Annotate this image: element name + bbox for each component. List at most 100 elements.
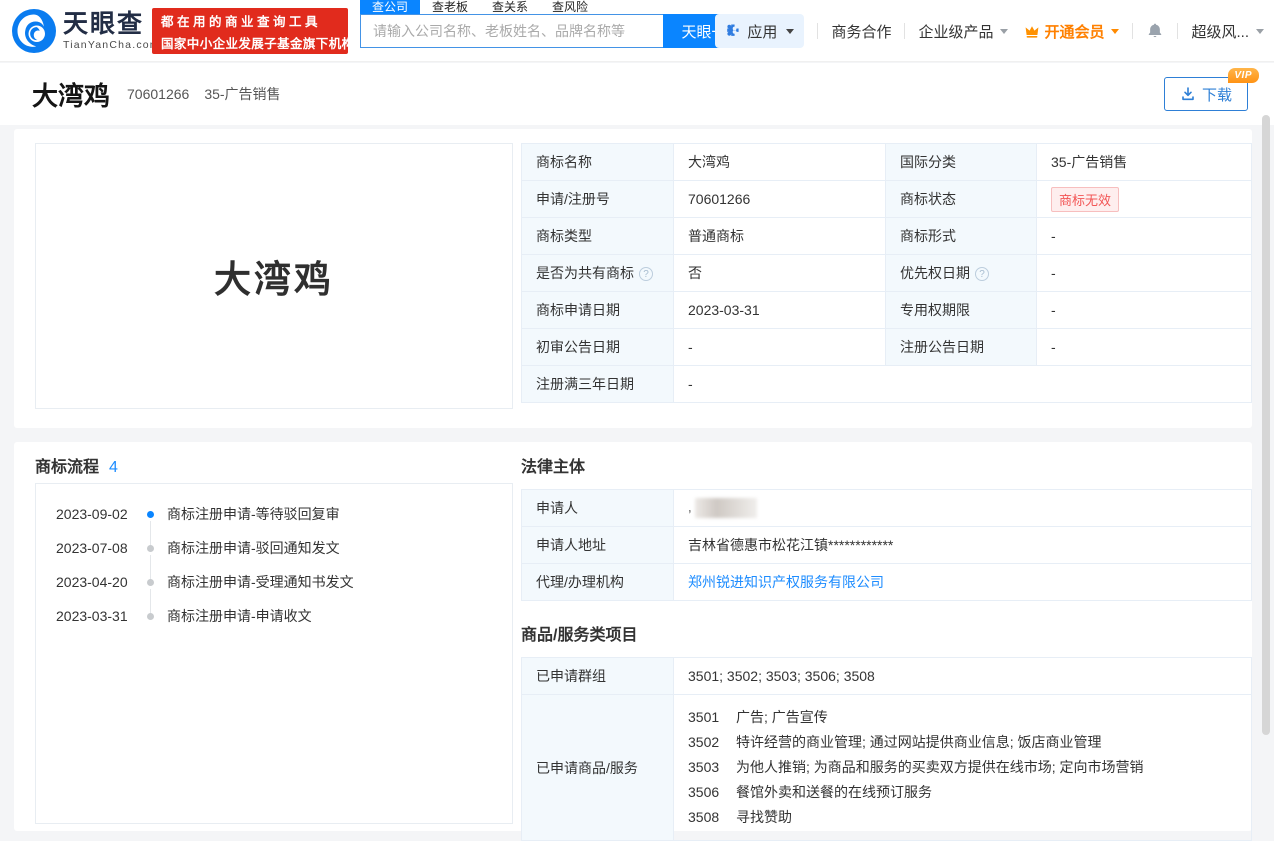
- table-row: 商标类型 普通商标 商标形式 -: [522, 218, 1252, 255]
- help-icon[interactable]: ?: [975, 267, 989, 281]
- tab-search-boss[interactable]: 查老板: [420, 0, 480, 14]
- nav-enterprise-label: 企业级产品: [918, 21, 993, 42]
- tianyancha-logo-icon: [12, 9, 56, 53]
- detail-value: 大湾鸡: [674, 144, 886, 181]
- detail-label: 商标类型: [522, 218, 674, 255]
- trademark-image-text: 大湾鸡: [214, 249, 334, 303]
- detail-value: 商标无效: [1037, 181, 1252, 218]
- detail-value: -: [674, 329, 886, 366]
- process-count: 4: [109, 459, 118, 476]
- timeline-dot-icon: [147, 511, 154, 518]
- service-code: 3508: [688, 805, 736, 830]
- detail-label: 申请/注册号: [522, 181, 674, 218]
- agency-link[interactable]: 郑州锐进知识产权服务有限公司: [688, 574, 884, 590]
- legal-label: 申请人地址: [522, 527, 674, 564]
- detail-value: -: [1037, 218, 1252, 255]
- nav-apps-label: 应用: [747, 21, 777, 42]
- detail-value: -: [1037, 292, 1252, 329]
- service-item: 3503 为他人推销; 为商品和服务的买卖双方提供在线市场; 定向市场营销: [688, 755, 1237, 780]
- timeline-item: 2023-07-08 商标注册申请-驳回通知发文: [36, 531, 512, 565]
- timeline-date: 2023-03-31: [56, 608, 135, 624]
- crown-icon: [1024, 23, 1040, 39]
- detail-value: 2023-03-31: [674, 292, 886, 329]
- nav-apps[interactable]: 应用: [715, 14, 804, 48]
- download-button[interactable]: 下载 VIP: [1164, 77, 1248, 111]
- timeline-label: 商标注册申请-等待驳回复审: [167, 504, 340, 524]
- goods-label: 已申请商品/服务: [522, 695, 674, 841]
- logo-title: 天眼查: [63, 11, 160, 37]
- detail-value: -: [1037, 255, 1252, 292]
- tab-search-relation[interactable]: 查关系: [480, 0, 540, 14]
- main-content: 大湾鸡 商标名称 大湾鸡 国际分类 35-广告销售 申请/注册号 7060126…: [14, 129, 1252, 831]
- nav-divider: [1132, 23, 1133, 39]
- service-desc: 特许经营的商业管理; 通过网站提供商业信息; 饭店商业管理: [736, 730, 1102, 755]
- nav-open-vip[interactable]: 开通会员: [1024, 21, 1119, 42]
- scrollbar-thumb[interactable]: [1262, 115, 1270, 735]
- service-desc: 寻找赞助: [736, 805, 792, 830]
- table-row: 申请/注册号 70601266 商标状态 商标无效: [522, 181, 1252, 218]
- detail-label: 国际分类: [886, 144, 1037, 181]
- nav-cooperation[interactable]: 商务合作: [831, 21, 891, 42]
- trademark-sections-card: 商标流程4 2023-09-02 商标注册申请-等待驳回复审 2023-07-0…: [14, 442, 1252, 831]
- goods-services-list: 3501 广告; 广告宣传 3502 特许经营的商业管理; 通过网站提供商业信息…: [674, 695, 1252, 841]
- top-nav: 应用 商务合作 企业级产品 开通会员 超级风...: [715, 13, 1264, 49]
- download-label: 下载: [1202, 84, 1232, 105]
- process-section-title: 商标流程 4: [35, 453, 118, 477]
- nav-super-risk[interactable]: 超级风...: [1191, 21, 1264, 42]
- registration-number: 70601266: [127, 86, 189, 102]
- status-badge: 商标无效: [1051, 187, 1119, 212]
- nav-divider: [1177, 23, 1178, 39]
- detail-label: 商标申请日期: [522, 292, 674, 329]
- table-row: 商标名称 大湾鸡 国际分类 35-广告销售: [522, 144, 1252, 181]
- notification-bell-icon[interactable]: [1146, 22, 1164, 40]
- applicant-text: ,: [688, 500, 692, 515]
- detail-value: 35-广告销售: [1037, 144, 1252, 181]
- timeline-date: 2023-04-20: [56, 574, 135, 590]
- title-bar: 大湾鸡 70601266 35-广告销售 下载 VIP: [0, 63, 1274, 125]
- timeline-dot-icon: [147, 613, 154, 620]
- logo-text: 天眼查 TianYanCha.com: [63, 11, 160, 51]
- trademark-image: 大湾鸡: [35, 143, 513, 409]
- timeline-date: 2023-07-08: [56, 540, 135, 556]
- timeline-dot-icon: [147, 579, 154, 586]
- detail-value: 否: [674, 255, 886, 292]
- legal-and-goods-column: 法律主体 申请人 , 申请人地址 吉林省德惠市松花江镇************ …: [521, 453, 1252, 841]
- applicant-redacted-block: [695, 498, 757, 518]
- service-item: 3502 特许经营的商业管理; 通过网站提供商业信息; 饭店商业管理: [688, 730, 1237, 755]
- process-title-text: 商标流程: [35, 459, 99, 476]
- logo-domain: TianYanCha.com: [63, 39, 160, 51]
- nav-divider: [904, 23, 905, 39]
- promo-banner: 都在用的商业查询工具 国家中小企业发展子基金旗下机构: [152, 8, 348, 54]
- legal-section-title: 法律主体: [521, 453, 1252, 477]
- detail-label: 注册公告日期: [886, 329, 1037, 366]
- detail-label: 优先权日期?: [886, 255, 1037, 292]
- detail-value: -: [674, 366, 1252, 403]
- service-item: 3501 广告; 广告宣传: [688, 705, 1237, 730]
- detail-label-text: 优先权日期: [900, 265, 970, 281]
- timeline-dot-icon: [147, 545, 154, 552]
- tab-search-risk[interactable]: 查风险: [540, 0, 600, 14]
- help-icon[interactable]: ?: [639, 267, 653, 281]
- table-row: 已申请群组 3501; 3502; 3503; 3506; 3508: [522, 658, 1252, 695]
- service-item: 3506 餐馆外卖和送餐的在线预订服务: [688, 780, 1237, 805]
- legal-value: 郑州锐进知识产权服务有限公司: [674, 564, 1252, 601]
- timeline-label: 商标注册申请-受理通知书发文: [167, 572, 354, 592]
- table-row: 已申请商品/服务 3501 广告; 广告宣传 3502 特许经营的商业管理; 通…: [522, 695, 1252, 841]
- detail-label: 注册满三年日期: [522, 366, 674, 403]
- timeline-label: 商标注册申请-驳回通知发文: [167, 538, 340, 558]
- service-desc: 餐馆外卖和送餐的在线预订服务: [736, 780, 932, 805]
- service-code: 3502: [688, 730, 736, 755]
- legal-value: ,: [674, 490, 1252, 527]
- trademark-detail-table: 商标名称 大湾鸡 国际分类 35-广告销售 申请/注册号 70601266 商标…: [521, 143, 1252, 403]
- logo[interactable]: 天眼查 TianYanCha.com: [12, 9, 160, 53]
- chevron-down-icon: [1000, 29, 1008, 34]
- legal-label: 代理/办理机构: [522, 564, 674, 601]
- tab-search-company[interactable]: 查公司: [360, 0, 420, 14]
- goods-section-title: 商品/服务类项目: [521, 621, 1252, 645]
- search-input[interactable]: [360, 14, 663, 48]
- nav-enterprise[interactable]: 企业级产品: [918, 21, 1008, 42]
- trademark-overview-card: 大湾鸡 商标名称 大湾鸡 国际分类 35-广告销售 申请/注册号 7060126…: [14, 129, 1252, 428]
- service-code: 3503: [688, 755, 736, 780]
- table-row: 商标申请日期 2023-03-31 专用权期限 -: [522, 292, 1252, 329]
- goods-label: 已申请群组: [522, 658, 674, 695]
